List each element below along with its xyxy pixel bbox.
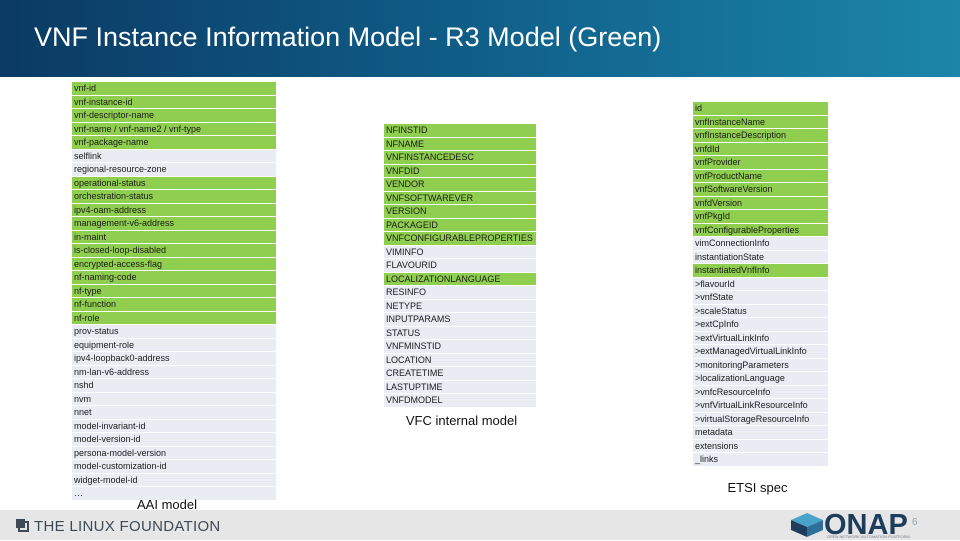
vfc-attribute-row: VNFINSTANCEDESC	[384, 151, 536, 165]
aai-attribute-row: management-v6-address	[72, 217, 276, 231]
etsi-attribute-row: id	[693, 102, 828, 116]
aai-attribute-row: widget-model-id	[72, 473, 276, 487]
aai-attribute-row: model-invariant-id	[72, 419, 276, 433]
etsi-attribute-row: vnfSoftwareVersion	[693, 183, 828, 197]
aai-attribute-row: nnet	[72, 406, 276, 420]
aai-attribute-row: persona-model-version	[72, 446, 276, 460]
etsi-attribute-row: metadata	[693, 426, 828, 440]
etsi-attribute-row: instantiationState	[693, 250, 828, 264]
slide-title: VNF Instance Information Model - R3 Mode…	[34, 22, 662, 52]
etsi-attribute-row: vnfdVersion	[693, 196, 828, 210]
aai-attribute-row: vnf-name / vnf-name2 / vnf-type	[72, 122, 276, 136]
aai-attribute-row: equipment-role	[72, 338, 276, 352]
aai-attribute-row: nf-function	[72, 298, 276, 312]
aai-attribute-row: encrypted-access-flag	[72, 257, 276, 271]
etsi-attribute-row: vnfProvider	[693, 156, 828, 170]
etsi-attribute-row: vnfProductName	[693, 169, 828, 183]
onap-tagline: OPEN NETWORK AUTOMATION PLATFORM	[827, 534, 910, 539]
aai-attribute-row: selflink	[72, 149, 276, 163]
vfc-attribute-row: STATUS	[384, 326, 536, 340]
aai-attribute-row: regional-resource-zone	[72, 163, 276, 177]
etsi-attribute-row: vnfdId	[693, 142, 828, 156]
aai-attribute-row: vnf-instance-id	[72, 95, 276, 109]
vfc-attribute-row: VNFDID	[384, 164, 536, 178]
aai-attribute-row: ipv4-oam-address	[72, 203, 276, 217]
onap-cube-icon	[791, 513, 823, 537]
vfc-attribute-row: VNFDMODEL	[384, 394, 536, 408]
etsi-attribute-row: instantiatedVnfInfo	[693, 264, 828, 278]
etsi-attribute-row: >vnfState	[693, 291, 828, 305]
aai-attribute-row: ipv4-loopback0-address	[72, 352, 276, 366]
vfc-attribute-row: VENDOR	[384, 178, 536, 192]
aai-attribute-row: is-closed-loop-disabled	[72, 244, 276, 258]
etsi-attribute-row: >extManagedVirtualLinkInfo	[693, 345, 828, 359]
vfc-attribute-row: VERSION	[384, 205, 536, 219]
etsi-attribute-row: >vnfcResourceInfo	[693, 385, 828, 399]
etsi-attribute-row: vnfInstanceDescription	[693, 129, 828, 143]
etsi-attribute-row: _links	[693, 453, 828, 467]
aai-attribute-row: model-customization-id	[72, 460, 276, 474]
etsi-attribute-row: >extCpInfo	[693, 318, 828, 332]
aai-attribute-row: model-version-id	[72, 433, 276, 447]
aai-attribute-row: nf-type	[72, 284, 276, 298]
etsi-attribute-row: >flavourId	[693, 277, 828, 291]
etsi-attribute-row: >localizationLanguage	[693, 372, 828, 386]
aai-attribute-row: vnf-package-name	[72, 136, 276, 150]
etsi-attribute-row: >vnfVirtualLinkResourceInfo	[693, 399, 828, 413]
vfc-attribute-row: NETYPE	[384, 299, 536, 313]
aai-attribute-row: vnf-descriptor-name	[72, 109, 276, 123]
vfc-attribute-row: NFNAME	[384, 137, 536, 151]
aai-attribute-row: nm-lan-v6-address	[72, 365, 276, 379]
linux-foundation-wordmark: THE LINUX FOUNDATION	[34, 517, 221, 535]
linux-foundation-icon	[16, 519, 29, 532]
etsi-attribute-row: vimConnectionInfo	[693, 237, 828, 251]
vfc-attribute-row: VIMINFO	[384, 245, 536, 259]
aai-attribute-row: nf-role	[72, 311, 276, 325]
aai-attribute-row: nvm	[72, 392, 276, 406]
etsi-attribute-row: vnfInstanceName	[693, 115, 828, 129]
vfc-attribute-row: RESINFO	[384, 286, 536, 300]
etsi-attribute-row: >monitoringParameters	[693, 358, 828, 372]
vfc-attribute-row: LOCATION	[384, 353, 536, 367]
etsi-attribute-row: vnfConfigurableProperties	[693, 223, 828, 237]
vfc-attribute-list: NFINSTID NFNAME VNFINSTANCEDESC VNFDID VENDO…	[384, 124, 536, 408]
page-number: 6	[912, 517, 918, 528]
vfc-attribute-row: VNFSOFTWAREVER	[384, 191, 536, 205]
title-banner: VNF Instance Information Model - R3 Mode…	[0, 0, 960, 77]
vfc-attribute-row: CREATETIME	[384, 367, 536, 381]
aai-attribute-list: vnf-id vnf-instance-id vnf-descriptor-name…	[72, 82, 276, 501]
vfc-attribute-row: LOCALIZATIONLANGUAGE	[384, 272, 536, 286]
vfc-attribute-row: PACKAGEID	[384, 218, 536, 232]
etsi-attribute-list: id vnfInstanceName vnfInstanceDescription v…	[693, 102, 828, 467]
etsi-attribute-row: >scaleStatus	[693, 304, 828, 318]
etsi-attribute-row: >virtualStorageResourceInfo	[693, 412, 828, 426]
aai-attribute-row: orchestration-status	[72, 190, 276, 204]
etsi-caption: ETSI spec	[727, 480, 788, 495]
vfc-attribute-row: LASTUPTIME	[384, 380, 536, 394]
aai-attribute-row: vnf-id	[72, 82, 276, 96]
vfc-attribute-row: NFINSTID	[384, 124, 536, 138]
etsi-attribute-row: >extVirtualLinkInfo	[693, 331, 828, 345]
linux-foundation-logo: THE LINUX FOUNDATION	[16, 516, 221, 536]
vfc-attribute-row: VNFCONFIGURABLEPROPERTIES	[384, 232, 536, 246]
aai-attribute-row: operational-status	[72, 176, 276, 190]
etsi-attribute-row: extensions	[693, 439, 828, 453]
aai-attribute-row: nshd	[72, 379, 276, 393]
vfc-attribute-row: VNFMINSTID	[384, 340, 536, 354]
etsi-attribute-row: vnfPkgId	[693, 210, 828, 224]
vfc-attribute-row: INPUTPARAMS	[384, 313, 536, 327]
aai-attribute-row: nf-naming-code	[72, 271, 276, 285]
aai-attribute-row: in-maint	[72, 230, 276, 244]
aai-attribute-row: prov-status	[72, 325, 276, 339]
vfc-caption: VFC internal model	[405, 413, 518, 428]
vfc-attribute-row: FLAVOURID	[384, 259, 536, 273]
